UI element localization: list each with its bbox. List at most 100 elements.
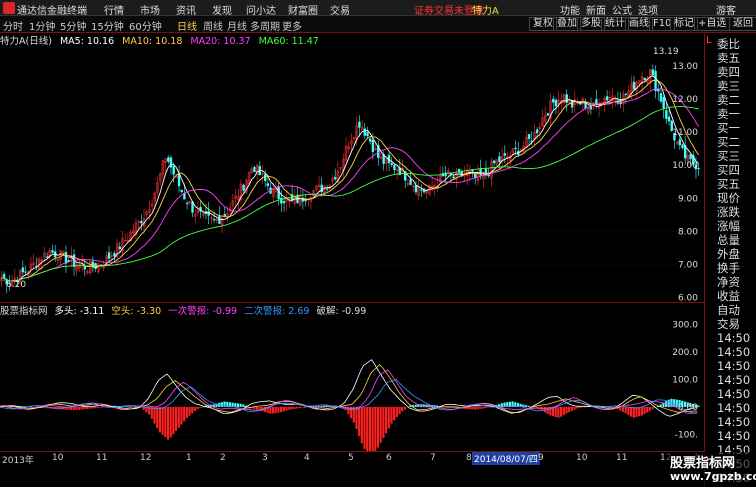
price-tick: 11.00 [672, 128, 698, 138]
menu-hangqing[interactable]: 行情 [104, 2, 124, 17]
indicator-bar [371, 406, 374, 451]
menu-caifuquan[interactable]: 财富圈 [288, 2, 318, 17]
quote-field: 14:50 [717, 359, 751, 373]
indicator-tick: 200.0 [672, 348, 698, 358]
period-1min[interactable]: 1分钟 [29, 18, 55, 33]
indicator-bar [565, 406, 568, 414]
menu-xinmian[interactable]: 新面 [586, 2, 606, 17]
period-week[interactable]: 周线 [203, 18, 223, 33]
period-day[interactable]: 日线 [177, 18, 197, 33]
quote-side-panel: L 委比 卖五 卖四 卖三 卖二 卖一 买一 买二 买三 买四 买五 现价 涨跌 涨幅 总量 外盘 换手 净资 收益… [704, 33, 756, 487]
candle-body [212, 219, 216, 221]
quote-field: 买二 [717, 135, 740, 149]
menu-xuanxiang[interactable]: 选项 [638, 2, 658, 17]
period-month[interactable]: 月线 [227, 18, 247, 33]
quote-field: 涨幅 [717, 219, 740, 233]
watermark-line1: 股票指标网 [670, 456, 736, 471]
quote-field: 涨跌 [717, 205, 740, 219]
menu-shichang[interactable]: 市场 [140, 2, 160, 17]
price-tick: 13.00 [672, 62, 698, 72]
price-axis: 13.00 12.00 11.00 10.00 9.00 8.00 7.00 6.00 [672, 62, 698, 301]
menu-faxian[interactable]: 发现 [212, 2, 232, 17]
date-tick: 11 [96, 453, 108, 463]
menu-zixun[interactable]: 资讯 [176, 2, 196, 17]
period-60min[interactable]: 60分钟 [129, 18, 162, 33]
indicator-bar [581, 406, 584, 408]
quote-field: 买三 [717, 149, 740, 163]
candle-body [414, 185, 418, 193]
indicator-bar [570, 406, 573, 411]
indicator-bar [632, 406, 635, 418]
indicator-bar [374, 406, 377, 451]
price-tick: 9.00 [678, 194, 698, 204]
candle-body [45, 256, 49, 258]
quote-field: 委比 [717, 37, 740, 51]
period-multi[interactable]: 多周期 [250, 18, 280, 33]
period-15min[interactable]: 15分钟 [91, 18, 124, 33]
quote-field: 买一 [717, 121, 740, 135]
indicator-bar [269, 406, 272, 414]
quote-field: 14:50 [717, 373, 751, 387]
candle-body [118, 246, 122, 249]
indicator-bar [153, 406, 156, 424]
guest-label[interactable]: 游客 [716, 2, 736, 17]
candle-body [409, 179, 412, 185]
quote-field: 收益 [717, 289, 740, 303]
menu-gongshi[interactable]: 公式 [612, 2, 632, 17]
date-tick: 9 [538, 453, 544, 463]
menu-wenxiaoda[interactable]: 问小达 [246, 2, 276, 17]
candle-body [651, 69, 655, 76]
candle-body [619, 99, 622, 105]
candle-body [393, 164, 396, 171]
candle-body [662, 97, 665, 110]
indicator-bar [360, 406, 363, 444]
indicator-bar [255, 406, 258, 410]
add-favorite-button[interactable]: +自选 [694, 17, 731, 31]
indicator-bar [293, 406, 296, 409]
indicator-bar [156, 406, 159, 429]
indicator-bar [166, 406, 170, 440]
indicator-info-bar: 股票指标网 多头: -3.11 空头: -3.30 一次警报: -0.99 二次… [0, 303, 704, 317]
price-tick: 10.00 [672, 161, 698, 171]
indicator-bar [395, 406, 398, 418]
indicator-bar [234, 403, 237, 407]
candle-body [64, 252, 68, 264]
indicator-bar [317, 405, 320, 407]
candle-body [503, 153, 507, 156]
indicator-chart[interactable]: 300.0 200.0 100.0 0.00 -100. [0, 316, 704, 451]
menu-jiaoyi[interactable]: 交易 [330, 2, 350, 17]
quote-field: 14:50 [717, 387, 751, 401]
indicator-tick: 0.00 [678, 403, 698, 413]
indicator-bar [99, 406, 102, 408]
indicator-bar [414, 404, 417, 407]
quote-field: 总量 [717, 233, 740, 247]
ma-line-ma20 [1, 88, 700, 282]
indicator-bar [562, 406, 565, 416]
period-5min[interactable]: 5分钟 [60, 18, 86, 33]
period-more[interactable]: 更多 [282, 18, 302, 33]
menu-gongneng[interactable]: 功能 [560, 2, 580, 17]
indicator-bar [584, 406, 587, 408]
kline-chart[interactable]: 13.00 12.00 11.00 10.00 9.00 8.00 7.00 6.00 13.… [0, 46, 704, 301]
indicator-bar [271, 406, 275, 414]
candle-body [643, 78, 646, 81]
indicator-bar [385, 406, 388, 434]
ma-info-bar: 特力A(日线) MA5: 10.16 MA10: 10.18 MA20: 10.… [0, 33, 700, 47]
back-button[interactable]: 返回 [729, 17, 756, 31]
indicator-bar [651, 406, 654, 410]
indicator-bar [487, 406, 490, 408]
selected-date[interactable]: 2014/08/07/四 [472, 452, 540, 465]
indicator-bar [363, 406, 366, 450]
indicator-bar [522, 404, 525, 407]
indicator-bar [578, 406, 581, 408]
period-fenshi[interactable]: 分时 [3, 18, 23, 33]
quote-field: 卖一 [717, 107, 740, 121]
date-tick: 2 [220, 453, 226, 463]
quote-field: 买四 [717, 163, 740, 177]
date-tick: 12 [140, 453, 152, 463]
indicator-bar [83, 406, 86, 410]
indicator-bar [368, 406, 371, 451]
indicator-bar [220, 402, 223, 407]
quote-field: 14:50 [717, 415, 751, 429]
indicator-bar [527, 405, 530, 407]
